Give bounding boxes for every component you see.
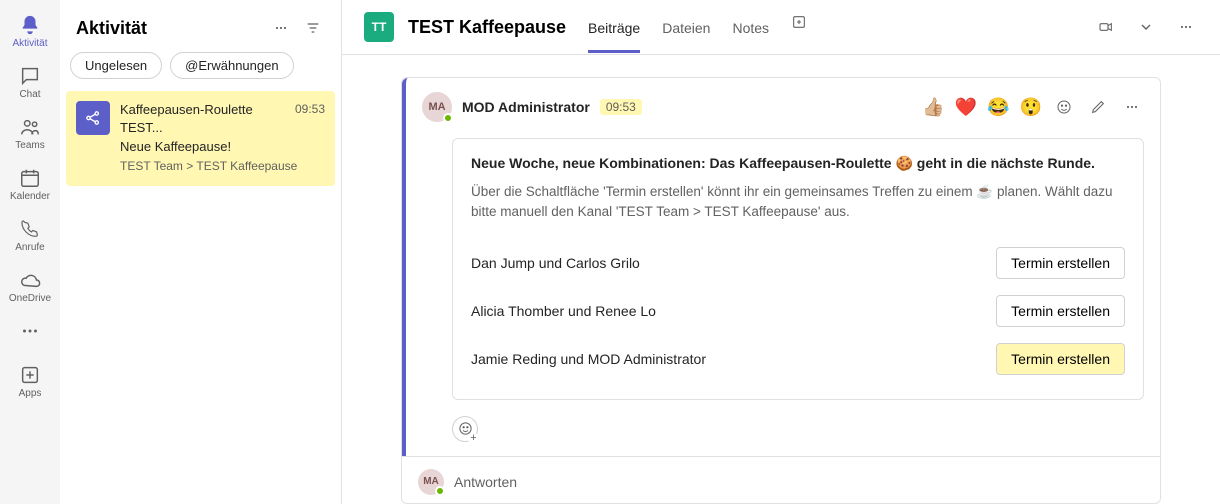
activity-more-button[interactable]	[269, 16, 293, 40]
reply-box[interactable]: MA Antworten	[402, 456, 1160, 504]
edit-button[interactable]	[1086, 95, 1110, 119]
reply-avatar: MA	[418, 469, 444, 495]
card-heading: Neue Woche, neue Kombinationen: Das Kaff…	[471, 155, 1125, 172]
reaction-add-button[interactable]	[1052, 95, 1076, 119]
reaction-surprised[interactable]: 😲	[1020, 97, 1042, 118]
ellipsis-icon	[273, 20, 289, 36]
create-meeting-button[interactable]: Termin erstellen	[996, 295, 1125, 327]
rail-calls[interactable]: Anrufe	[0, 210, 60, 261]
rail-label: Teams	[15, 140, 44, 151]
post-more-button[interactable]	[1120, 95, 1144, 119]
chip-unread[interactable]: Ungelesen	[70, 52, 162, 79]
activity-header: Aktivität	[60, 0, 341, 52]
ellipsis-icon	[19, 320, 41, 342]
chat-icon	[19, 65, 41, 87]
rail-activity[interactable]: Aktivität	[0, 6, 60, 57]
activity-filter-button[interactable]	[301, 16, 325, 40]
post: MA MOD Administrator 09:53 👍🏼 ❤️ 😂 😲	[401, 77, 1161, 504]
presence-available-icon	[435, 486, 445, 496]
create-meeting-button[interactable]: Termin erstellen	[996, 343, 1125, 375]
adaptive-card: Neue Woche, neue Kombinationen: Das Kaff…	[452, 138, 1144, 400]
rail-label: Kalender	[10, 191, 50, 202]
pair-names: Jamie Reding und MOD Administrator	[471, 351, 706, 367]
chevron-down-icon	[1138, 19, 1154, 35]
reaction-bar: 👍🏼 ❤️ 😂 😲	[922, 95, 1144, 119]
tab-posts[interactable]: Beiträge	[588, 14, 640, 53]
activity-item-subtitle: Neue Kaffeepause!	[120, 138, 325, 156]
presence-available-icon	[443, 113, 453, 123]
pair-names: Dan Jump und Carlos Grilo	[471, 255, 640, 271]
bell-icon	[19, 14, 41, 36]
rail-more[interactable]	[0, 312, 60, 350]
reaction-laugh[interactable]: 😂	[987, 97, 1009, 118]
pair-row: Jamie Reding und MOD Administrator Termi…	[471, 335, 1125, 383]
pencil-icon	[1090, 99, 1106, 115]
rail-calendar[interactable]: Kalender	[0, 159, 60, 210]
rail-label: Aktivität	[12, 38, 47, 49]
add-reaction-button[interactable]	[452, 416, 478, 442]
post-header: MA MOD Administrator 09:53 👍🏼 ❤️ 😂 😲	[406, 78, 1160, 132]
rail-apps[interactable]: Apps	[0, 356, 60, 407]
phone-icon	[19, 218, 41, 240]
tab-add-button[interactable]	[791, 14, 807, 40]
rail-label: Apps	[19, 388, 42, 399]
message-feed: MA MOD Administrator 09:53 👍🏼 ❤️ 😂 😲	[342, 55, 1220, 504]
channel-avatar: TT	[364, 12, 394, 42]
author-avatar: MA	[422, 92, 452, 122]
tab-files[interactable]: Dateien	[662, 14, 710, 53]
activity-title: Aktivität	[76, 18, 261, 39]
reaction-heart[interactable]: ❤️	[955, 97, 977, 118]
channel-more-button[interactable]	[1174, 15, 1198, 39]
tab-notes[interactable]: Notes	[732, 14, 769, 53]
channel-header: TT TEST Kaffeepause Beiträge Dateien Not…	[342, 0, 1220, 55]
rail-label: OneDrive	[9, 293, 51, 304]
activity-filter-chips: Ungelesen @Erwähnungen	[60, 52, 341, 91]
activity-item[interactable]: Kaffeepausen-Roulette TEST... 09:53 Neue…	[66, 91, 335, 186]
meet-dropdown[interactable]	[1134, 15, 1158, 39]
app-rail: Aktivität Chat Teams Kalender Anrufe One…	[0, 0, 60, 504]
video-icon	[1098, 19, 1114, 35]
ellipsis-icon	[1124, 99, 1140, 115]
pair-names: Alicia Thomber und Renee Lo	[471, 303, 656, 319]
pair-row: Dan Jump und Carlos Grilo Termin erstell…	[471, 239, 1125, 287]
rail-onedrive[interactable]: OneDrive	[0, 261, 60, 312]
channel-tabs: Beiträge Dateien Notes	[588, 14, 807, 40]
meet-button[interactable]	[1094, 15, 1118, 39]
channel-pane: TT TEST Kaffeepause Beiträge Dateien Not…	[342, 0, 1220, 504]
rail-chat[interactable]: Chat	[0, 57, 60, 108]
avatar-initials: MA	[428, 101, 445, 113]
ellipsis-icon	[1178, 19, 1194, 35]
plus-square-icon	[791, 14, 807, 30]
rail-label: Chat	[19, 89, 40, 100]
activity-item-title: Kaffeepausen-Roulette TEST...	[120, 101, 295, 136]
activity-item-body: Kaffeepausen-Roulette TEST... 09:53 Neue…	[120, 101, 325, 174]
avatar-initials: MA	[423, 476, 439, 487]
activity-item-path: TEST Team > TEST Kaffeepause	[120, 158, 325, 174]
pair-row: Alicia Thomber und Renee Lo Termin erste…	[471, 287, 1125, 335]
channel-title: TEST Kaffeepause	[408, 17, 566, 38]
reaction-thumbsup[interactable]: 👍🏼	[922, 97, 944, 118]
activity-pane: Aktivität Ungelesen @Erwähnungen Kaffeep…	[60, 0, 342, 504]
rail-label: Anrufe	[15, 242, 44, 253]
activity-item-time: 09:53	[295, 101, 325, 136]
card-description: Über die Schaltfläche 'Termin erstellen'…	[471, 182, 1125, 223]
create-meeting-button[interactable]: Termin erstellen	[996, 247, 1125, 279]
filter-icon	[305, 20, 321, 36]
card-footer	[406, 416, 1160, 456]
reply-placeholder: Antworten	[454, 474, 517, 490]
apps-icon	[19, 364, 41, 386]
share-icon	[84, 109, 102, 127]
calendar-icon	[19, 167, 41, 189]
post-author: MOD Administrator	[462, 99, 590, 115]
activity-item-icon	[76, 101, 110, 135]
post-time: 09:53	[600, 99, 642, 115]
rail-teams[interactable]: Teams	[0, 108, 60, 159]
teams-icon	[19, 116, 41, 138]
chip-mentions[interactable]: @Erwähnungen	[170, 52, 293, 79]
channel-header-actions	[1094, 15, 1198, 39]
emoji-add-icon	[1056, 99, 1072, 115]
emoji-icon	[458, 421, 473, 436]
cloud-icon	[19, 269, 41, 291]
